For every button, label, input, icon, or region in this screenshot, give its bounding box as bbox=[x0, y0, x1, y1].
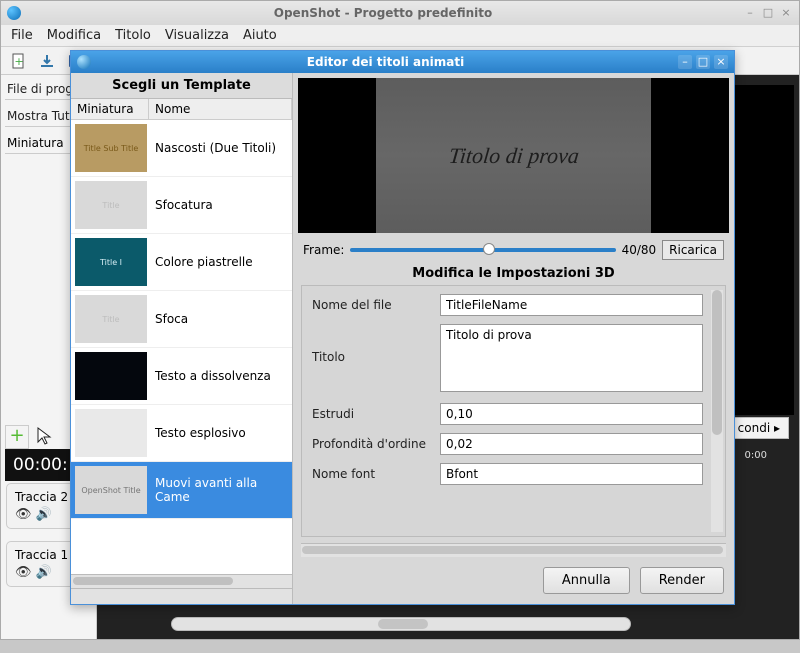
scrollbar-thumb[interactable] bbox=[712, 290, 722, 435]
preview-text: Titolo di prova bbox=[447, 143, 580, 169]
eye-icon[interactable]: 👁 bbox=[15, 507, 32, 522]
filename-label: Nome del file bbox=[312, 298, 440, 312]
render-button[interactable]: Render bbox=[640, 567, 724, 594]
video-preview bbox=[734, 85, 794, 415]
template-label: Testo esplosivo bbox=[151, 426, 292, 440]
preview-letterbox-right bbox=[651, 78, 729, 233]
template-row[interactable]: OpenShot TitleMuovi avanti alla Came bbox=[71, 462, 292, 519]
col-name[interactable]: Nome bbox=[149, 99, 292, 119]
settings-header: Modifica le Impostazioni 3D bbox=[293, 262, 734, 285]
cursor-icon[interactable] bbox=[35, 426, 57, 448]
minimize-icon[interactable]: – bbox=[743, 6, 757, 20]
menubar: File Modifica Titolo Visualizza Aiuto bbox=[1, 25, 799, 47]
template-label: Colore piastrelle bbox=[151, 255, 292, 269]
template-thumb: OpenShot Title bbox=[75, 466, 147, 514]
dialog-minimize-icon[interactable]: – bbox=[678, 55, 692, 69]
preview-letterbox-left bbox=[298, 78, 376, 233]
dialog-icon bbox=[77, 55, 91, 69]
scrollbar-thumb[interactable] bbox=[378, 619, 428, 629]
scrollbar-thumb[interactable] bbox=[73, 577, 233, 585]
template-thumb bbox=[75, 409, 147, 457]
template-label: Testo a dissolvenza bbox=[151, 369, 292, 383]
template-row[interactable]: Title Sfocatura bbox=[71, 177, 292, 234]
filename-input[interactable] bbox=[440, 294, 703, 316]
svg-text:+: + bbox=[14, 55, 23, 68]
template-row[interactable]: Title Sub Title Nascosti (Due Titoli) bbox=[71, 120, 292, 177]
extrude-label: Estrudi bbox=[312, 407, 440, 421]
preview-center: Titolo di prova bbox=[376, 78, 651, 233]
template-thumb: Title Sub Title bbox=[75, 124, 147, 172]
cancel-button[interactable]: Annulla bbox=[543, 567, 630, 594]
template-panel-header: Scegli un Template bbox=[71, 73, 292, 98]
template-row[interactable]: Title I Colore piastrelle bbox=[71, 234, 292, 291]
template-row[interactable]: Title Sfoca bbox=[71, 291, 292, 348]
template-thumb: Title I bbox=[75, 238, 147, 286]
template-hscroll[interactable] bbox=[71, 574, 292, 588]
menu-help[interactable]: Aiuto bbox=[243, 28, 277, 43]
template-panel: Scegli un Template Miniatura Nome Title … bbox=[71, 73, 293, 604]
depth-input[interactable] bbox=[440, 433, 703, 455]
template-footer bbox=[71, 588, 292, 604]
settings-3d: Nome del file Titolo Estrudi Profondità … bbox=[301, 285, 726, 537]
menu-edit[interactable]: Modifica bbox=[47, 28, 101, 43]
template-thumb bbox=[75, 352, 147, 400]
dialog-maximize-icon[interactable]: □ bbox=[696, 55, 710, 69]
scrollbar-thumb[interactable] bbox=[302, 546, 723, 554]
settings-vscroll[interactable] bbox=[711, 290, 723, 532]
slider-knob[interactable] bbox=[483, 243, 495, 255]
maximize-icon[interactable]: □ bbox=[761, 6, 775, 20]
new-file-icon[interactable]: + bbox=[9, 51, 29, 71]
template-list: Miniatura Nome Title Sub Title Nascosti (… bbox=[71, 98, 292, 574]
template-row[interactable]: Testo esplosivo bbox=[71, 405, 292, 462]
seconds-button[interactable]: condi ▸ bbox=[729, 417, 789, 439]
dialog-close-icon[interactable]: × bbox=[714, 55, 728, 69]
frame-label: Frame: bbox=[303, 243, 344, 257]
preview-stage: Titolo di prova bbox=[298, 78, 729, 233]
template-thumb: Title bbox=[75, 181, 147, 229]
extrude-input[interactable] bbox=[440, 403, 703, 425]
title-label: Titolo bbox=[312, 324, 440, 364]
template-label: Sfoca bbox=[151, 312, 292, 326]
app-icon bbox=[7, 6, 21, 20]
bottom-scrollbar[interactable] bbox=[171, 617, 631, 631]
frame-slider[interactable] bbox=[350, 248, 615, 252]
font-input[interactable] bbox=[440, 463, 703, 485]
settings-hscroll[interactable] bbox=[301, 543, 726, 557]
font-label: Nome font bbox=[312, 467, 440, 481]
menu-file[interactable]: File bbox=[11, 28, 33, 43]
ruler-zero: 0:00 bbox=[745, 450, 767, 461]
speaker-icon[interactable]: 🔊 bbox=[36, 507, 52, 522]
speaker-icon[interactable]: 🔊 bbox=[36, 565, 52, 580]
frame-value: 40/80 bbox=[622, 243, 657, 257]
close-icon[interactable]: × bbox=[779, 6, 793, 20]
main-titlebar: OpenShot - Progetto predefinito – □ × bbox=[1, 1, 799, 25]
title-textarea[interactable] bbox=[440, 324, 703, 392]
timecode-display: 00:00: bbox=[5, 449, 75, 481]
animated-title-dialog: Editor dei titoli animati – □ × Scegli u… bbox=[70, 50, 735, 605]
add-track-button[interactable]: + bbox=[5, 425, 29, 449]
template-label: Sfocatura bbox=[151, 198, 292, 212]
depth-label: Profondità d'ordine bbox=[312, 437, 440, 451]
main-title: OpenShot - Progetto predefinito bbox=[27, 6, 739, 20]
col-thumb[interactable]: Miniatura bbox=[71, 99, 149, 119]
dialog-buttons: Annulla Render bbox=[293, 557, 734, 604]
menu-title[interactable]: Titolo bbox=[115, 28, 151, 43]
dialog-title: Editor dei titoli animati bbox=[97, 55, 674, 69]
reload-button[interactable]: Ricarica bbox=[662, 240, 724, 260]
menu-view[interactable]: Visualizza bbox=[165, 28, 229, 43]
template-row[interactable]: Testo a dissolvenza bbox=[71, 348, 292, 405]
timeline-controls: + bbox=[5, 425, 57, 449]
frame-row: Frame: 40/80 Ricarica bbox=[293, 238, 734, 262]
template-thumb: Title bbox=[75, 295, 147, 343]
template-label: Nascosti (Due Titoli) bbox=[151, 141, 292, 155]
dialog-titlebar[interactable]: Editor dei titoli animati – □ × bbox=[71, 51, 734, 73]
preview-panel: Titolo di prova Frame: 40/80 Ricarica Mo… bbox=[293, 73, 734, 604]
eye-icon[interactable]: 👁 bbox=[15, 565, 32, 580]
import-icon[interactable] bbox=[37, 51, 57, 71]
template-label: Muovi avanti alla Came bbox=[151, 476, 292, 504]
